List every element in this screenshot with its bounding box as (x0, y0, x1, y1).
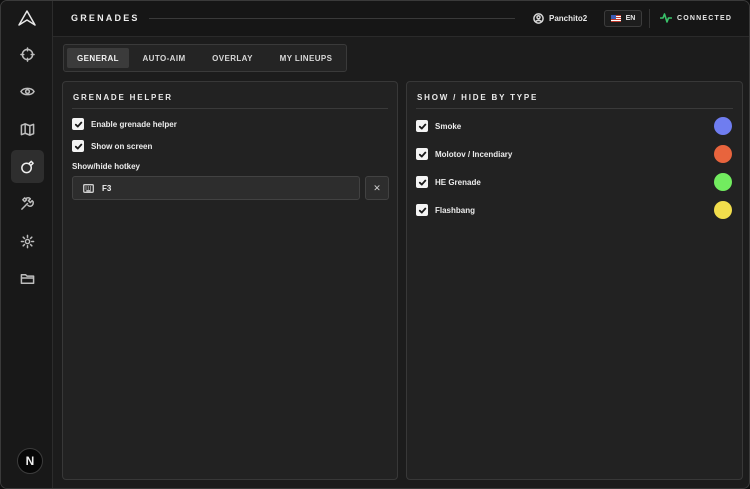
type-row-he-grenade[interactable]: HE Grenade (416, 173, 732, 191)
language-selector[interactable]: EN (604, 10, 642, 27)
checkmark-icon (74, 121, 82, 127)
sidebar-item-aim[interactable] (11, 38, 44, 71)
app-window: N GRENADES Panchito2 EN CONNECTED GENERA… (0, 0, 750, 489)
flashbang-color-swatch[interactable] (714, 201, 732, 219)
type-row-molotov[interactable]: Molotov / Incendiary (416, 145, 732, 163)
panel-title: SHOW / HIDE BY TYPE (417, 93, 539, 102)
tab-auto-aim[interactable]: AUTO-AIM (129, 48, 199, 68)
enable-grenade-helper-row[interactable]: Enable grenade helper (72, 118, 177, 130)
he-grenade-label: HE Grenade (435, 177, 481, 187)
clear-hotkey-button[interactable]: ✕ (365, 176, 389, 200)
checkmark-icon (418, 123, 426, 129)
username: Panchito2 (549, 14, 588, 23)
smoke-checkbox[interactable] (416, 120, 428, 132)
hotkey-input[interactable]: F3 (72, 176, 360, 200)
tab-bar: GENERAL AUTO-AIM OVERLAY MY LINEUPS (63, 44, 347, 72)
flashbang-checkbox[interactable] (416, 204, 428, 216)
show-hide-by-type-panel: SHOW / HIDE BY TYPE Smoke Molotov / Ince… (406, 81, 743, 480)
smoke-label: Smoke (435, 121, 462, 131)
checkmark-icon (418, 179, 426, 185)
tab-general[interactable]: GENERAL (67, 48, 129, 68)
hotkey-value: F3 (102, 183, 112, 193)
checkmark-icon (418, 151, 426, 157)
grenade-helper-panel: GRENADE HELPER Enable grenade helper Sho… (62, 81, 398, 480)
molotov-checkbox[interactable] (416, 148, 428, 160)
smoke-color-swatch[interactable] (714, 117, 732, 135)
show-on-screen-checkbox[interactable] (72, 140, 84, 152)
keyboard-icon (83, 183, 94, 193)
hotkey-label: Show/hide hotkey (72, 162, 141, 171)
enable-grenade-helper-checkbox[interactable] (72, 118, 84, 130)
connection-status-text: CONNECTED (677, 14, 733, 22)
language-code: EN (625, 15, 636, 22)
map-icon (20, 123, 35, 136)
panel-divider (72, 108, 388, 109)
he-grenade-color-swatch[interactable] (714, 173, 732, 191)
checkmark-icon (74, 143, 82, 149)
type-row-flashbang[interactable]: Flashbang (416, 201, 732, 219)
gear-icon (20, 234, 35, 249)
sidebar-item-configs[interactable] (11, 262, 44, 295)
eye-icon (20, 87, 35, 96)
crosshair-icon (20, 47, 35, 62)
page-title: GRENADES (71, 13, 140, 23)
sidebar-item-misc[interactable] (11, 187, 44, 220)
molotov-color-swatch[interactable] (714, 145, 732, 163)
tab-overlay[interactable]: OVERLAY (199, 48, 266, 68)
flashbang-label: Flashbang (435, 205, 476, 215)
header-divider (649, 9, 650, 28)
folder-icon (20, 274, 35, 284)
tab-my-lineups[interactable]: MY LINEUPS (266, 48, 346, 68)
sidebar-item-grenades[interactable] (11, 150, 44, 183)
pulse-icon (660, 13, 672, 23)
checkmark-icon (418, 207, 426, 213)
sidebar-item-map[interactable] (11, 113, 44, 146)
show-on-screen-row[interactable]: Show on screen (72, 140, 152, 152)
user-profile[interactable]: Panchito2 (533, 13, 587, 24)
grenade-icon (21, 160, 34, 174)
user-icon (533, 13, 544, 24)
connection-status: CONNECTED (660, 13, 732, 23)
type-row-smoke[interactable]: Smoke (416, 117, 732, 135)
sidebar-item-settings[interactable] (11, 225, 44, 258)
sidebar-item-visuals[interactable] (11, 75, 44, 108)
show-on-screen-label: Show on screen (91, 141, 153, 151)
panel-title: GRENADE HELPER (73, 93, 173, 102)
n-badge[interactable]: N (17, 448, 43, 474)
sidebar: N (1, 1, 53, 488)
molotov-label: Molotov / Incendiary (435, 149, 513, 159)
he-grenade-checkbox[interactable] (416, 176, 428, 188)
tools-icon (21, 197, 34, 210)
title-divider (149, 18, 515, 19)
logo-icon (18, 10, 36, 26)
header: GRENADES Panchito2 EN CONNECTED (53, 1, 749, 37)
enable-grenade-helper-label: Enable grenade helper (91, 119, 177, 129)
us-flag-icon (610, 15, 621, 22)
panel-divider (416, 108, 733, 109)
